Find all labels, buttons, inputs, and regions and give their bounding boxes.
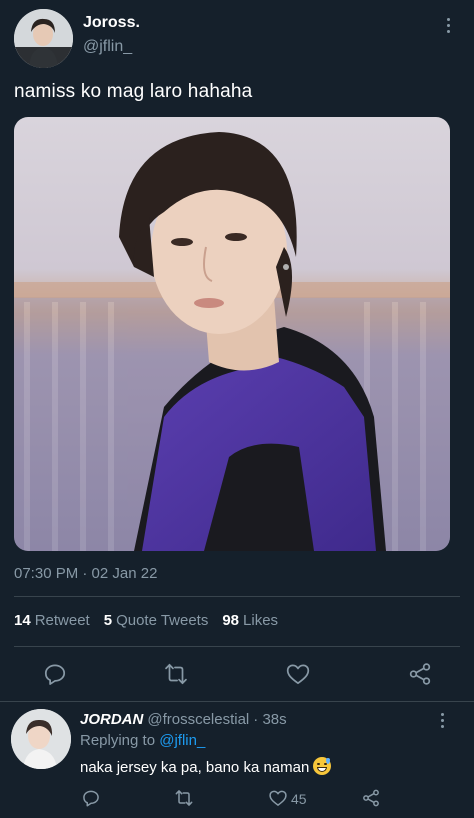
replying-to: Replying to @jflin_ <box>80 732 205 749</box>
share-icon[interactable] <box>361 788 381 808</box>
author-avatar[interactable] <box>14 9 73 68</box>
more-vertical-icon[interactable] <box>441 18 455 38</box>
reply-header: JORDAN @frosscelestial · 38s <box>80 711 287 728</box>
like-icon[interactable] <box>268 788 288 808</box>
replying-prefix: Replying to <box>80 732 156 749</box>
divider <box>14 596 460 597</box>
reply-text: naka jersey ka pa, bano ka naman <box>80 759 310 776</box>
tweet-text: namiss ko mag laro hahaha <box>14 81 253 102</box>
likes-label: Likes <box>243 612 279 629</box>
divider <box>14 646 460 647</box>
replying-to-link[interactable]: @jflin_ <box>159 732 205 749</box>
tweet-stats: 14 Retweet 5 Quote Tweets 98 Likes <box>14 612 292 629</box>
retweets-stat[interactable]: 14 Retweet <box>14 612 104 629</box>
quotes-label: Quote Tweets <box>116 612 209 629</box>
reply-author-handle[interactable]: @frosscelestial <box>147 711 249 728</box>
reply-icon[interactable] <box>81 788 101 808</box>
retweet-icon[interactable] <box>163 661 189 687</box>
reply-author-name[interactable]: JORDAN <box>80 711 143 728</box>
author-name[interactable]: Joross. <box>83 14 140 32</box>
reply-author-avatar[interactable] <box>11 709 71 769</box>
reply-like-count: 45 <box>291 791 307 807</box>
more-vertical-icon[interactable] <box>435 713 449 733</box>
tweet-photo[interactable] <box>14 117 450 551</box>
retweets-label: Retweet <box>34 612 90 629</box>
share-icon[interactable] <box>407 661 433 687</box>
grinning-sweat-emoji <box>313 757 332 775</box>
tweet-timestamp: 07:30 PM · 02 Jan 22 <box>14 565 158 582</box>
like-icon[interactable] <box>285 661 311 687</box>
author-handle[interactable]: @jflin_ <box>83 38 132 56</box>
reply-icon[interactable] <box>42 661 68 687</box>
divider <box>0 701 474 702</box>
reply-text-container: naka jersey ka pa, bano ka naman <box>80 757 332 776</box>
reply-time: · 38s <box>253 711 287 728</box>
likes-count: 98 <box>222 612 240 629</box>
retweets-count: 14 <box>14 612 31 629</box>
likes-stat[interactable]: 98 Likes <box>222 612 292 629</box>
retweet-icon[interactable] <box>174 788 194 808</box>
quotes-stat[interactable]: 5 Quote Tweets <box>104 612 223 629</box>
quotes-count: 5 <box>103 612 113 629</box>
